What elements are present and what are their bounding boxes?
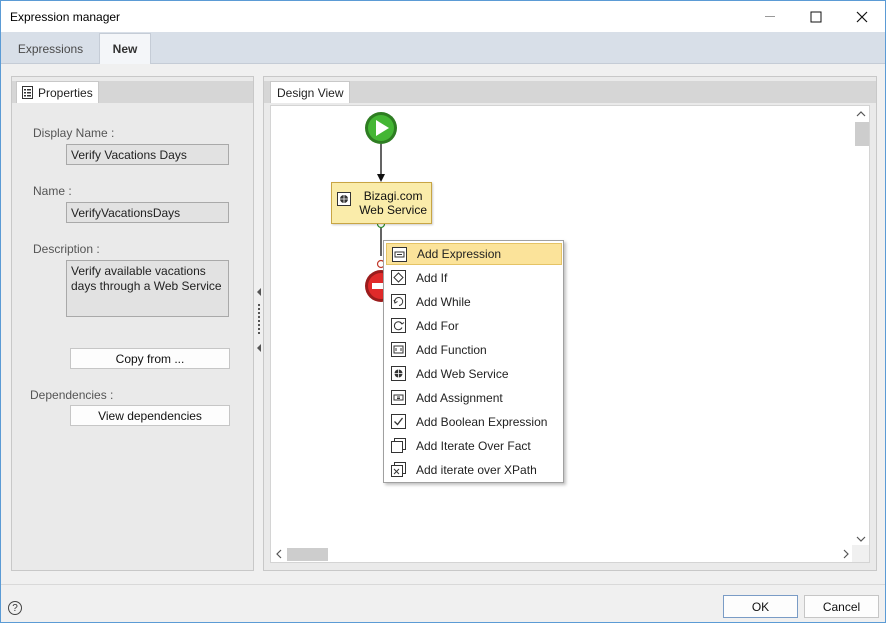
- expression-manager-window: Expression manager Expressions New Prope…: [0, 0, 886, 623]
- scroll-corner: [852, 545, 869, 562]
- view-dependencies-button[interactable]: View dependencies: [70, 405, 230, 426]
- menu-item-add-boolean-expression[interactable]: Add Boolean Expression: [386, 411, 562, 433]
- tab-new[interactable]: New: [99, 33, 151, 64]
- name-label: Name :: [33, 184, 72, 198]
- add-context-menu: Add Expression Add If Add While Add For …: [383, 240, 564, 483]
- web-service-task-label: Bizagi.com Web Service: [359, 189, 427, 217]
- menu-item-add-for[interactable]: Add For: [386, 315, 562, 337]
- dependencies-label: Dependencies :: [30, 388, 114, 402]
- properties-tab-label: Properties: [38, 85, 93, 100]
- expression-icon: [392, 247, 407, 262]
- properties-panel: Properties Display Name : Verify Vacatio…: [11, 76, 254, 571]
- copy-from-button[interactable]: Copy from ...: [70, 348, 230, 369]
- panel-splitter[interactable]: [256, 284, 262, 354]
- horizontal-scrollbar[interactable]: [271, 545, 854, 562]
- design-view-tab-label: Design View: [277, 85, 344, 100]
- scroll-up-icon: [856, 111, 866, 117]
- assignment-icon: [391, 390, 406, 405]
- minimize-button[interactable]: [747, 1, 793, 32]
- web-service-task[interactable]: Bizagi.com Web Service: [331, 182, 432, 224]
- help-icon[interactable]: ?: [8, 601, 22, 615]
- description-label: Description :: [33, 242, 100, 256]
- description-field[interactable]: Verify available vacations days through …: [66, 260, 229, 317]
- display-name-label: Display Name :: [33, 126, 115, 140]
- for-icon: [391, 318, 406, 333]
- start-event[interactable]: [365, 112, 397, 144]
- menu-item-add-expression[interactable]: Add Expression: [386, 243, 562, 265]
- maximize-button[interactable]: [793, 1, 839, 32]
- splitter-arrow-up-icon: [257, 288, 261, 296]
- menu-item-add-if[interactable]: Add If: [386, 267, 562, 289]
- design-view-panel: Design View Bizagi.com Web Service: [263, 76, 877, 571]
- cancel-button[interactable]: Cancel: [804, 595, 879, 618]
- vertical-scroll-thumb[interactable]: [855, 122, 869, 146]
- if-icon: [391, 270, 406, 285]
- close-button[interactable]: [839, 1, 885, 32]
- while-icon: [391, 294, 406, 309]
- design-view-tab-strip: [264, 81, 876, 103]
- tab-bar: Expressions New: [1, 32, 885, 64]
- close-icon: [856, 11, 868, 22]
- boolean-icon: [391, 414, 406, 429]
- splitter-arrow-down-icon: [257, 344, 261, 352]
- tab-expressions[interactable]: Expressions: [9, 33, 92, 64]
- ok-button[interactable]: OK: [723, 595, 798, 618]
- title-bar: Expression manager: [1, 1, 885, 32]
- function-icon: [391, 342, 406, 357]
- design-view-tab[interactable]: Design View: [270, 81, 351, 103]
- window-title: Expression manager: [10, 10, 121, 24]
- properties-icon: [22, 86, 33, 99]
- menu-item-add-while[interactable]: Add While: [386, 291, 562, 313]
- iterate-fact-icon: [391, 438, 406, 453]
- name-field[interactable]: VerifyVacationsDays: [66, 202, 229, 223]
- menu-item-add-assignment[interactable]: Add Assignment: [386, 387, 562, 409]
- menu-item-add-iterate-over-xpath[interactable]: Add iterate over XPath: [386, 459, 562, 481]
- vertical-scrollbar[interactable]: [852, 106, 869, 547]
- iterate-xpath-icon: [391, 462, 406, 477]
- maximize-icon: [810, 11, 822, 22]
- display-name-field[interactable]: Verify Vacations Days: [66, 144, 229, 165]
- dialog-footer: ? OK Cancel: [1, 584, 885, 622]
- web-service-icon: [391, 366, 406, 381]
- menu-item-add-function[interactable]: Add Function: [386, 339, 562, 361]
- web-service-icon: [337, 192, 351, 206]
- minimize-icon: [765, 15, 775, 17]
- horizontal-scroll-thumb[interactable]: [287, 548, 328, 561]
- connector-arrowhead: [377, 174, 385, 182]
- scroll-down-icon: [856, 536, 866, 542]
- design-canvas[interactable]: Bizagi.com Web Service: [270, 105, 870, 563]
- scroll-left-icon: [276, 549, 282, 559]
- properties-tab[interactable]: Properties: [16, 81, 99, 103]
- menu-item-add-web-service[interactable]: Add Web Service: [386, 363, 562, 385]
- menu-item-add-iterate-over-fact[interactable]: Add Iterate Over Fact: [386, 435, 562, 457]
- scroll-right-icon: [843, 549, 849, 559]
